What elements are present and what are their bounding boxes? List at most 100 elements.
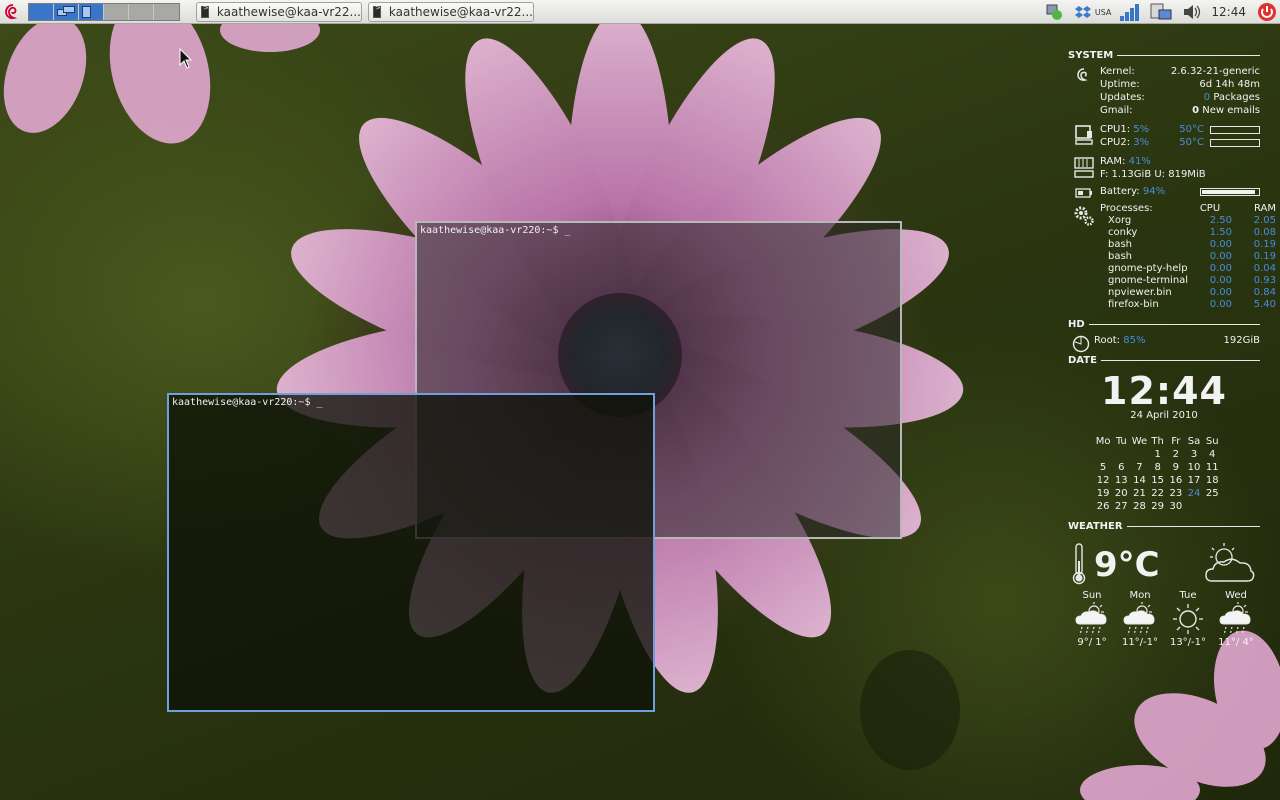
calendar-day: 21 <box>1133 488 1146 499</box>
calendar-weekdays: Mo Tu We Th Fr Sa Su <box>1094 435 1234 448</box>
task-label: kaathewise@kaa-vr22... <box>388 4 533 19</box>
network-icon[interactable] <box>1045 2 1067 22</box>
cpu1-temp: 50°C <box>1179 124 1204 135</box>
calendar-weekday: Sa <box>1187 436 1201 447</box>
process-name: bash <box>1108 239 1133 250</box>
terminal-icon <box>373 4 384 18</box>
calendar: Mo Tu We Th Fr Sa Su 1 2 3 4 5 6 7 8 9 10 11 12 13 14 15 16 17… <box>1094 435 1234 513</box>
calendar-day <box>1185 500 1203 513</box>
calendar-day: 3 <box>1190 449 1198 460</box>
calendar-day: 14 <box>1133 475 1146 486</box>
process-row: gnome-terminal 0.00 0.93 <box>1100 275 1276 287</box>
battery-power-icon[interactable] <box>1149 2 1173 22</box>
workspace-1[interactable] <box>29 3 54 20</box>
process-ram: 0.84 <box>1253 287 1276 298</box>
workspace-pager[interactable] <box>28 2 180 21</box>
process-row: bash 0.00 0.19 <box>1100 251 1276 263</box>
workspace-6[interactable] <box>154 3 179 20</box>
process-cpu: 0.00 <box>1209 275 1232 286</box>
weather-forecast: Sun 9°/ 1° Mon 11°/-1° Tue 13°/-1° Wed 11°/ 4° <box>1068 590 1260 648</box>
calendar-week: 1234 <box>1094 448 1234 461</box>
calendar-day: 23 <box>1169 488 1183 499</box>
processes-block: Processes: CPU RAM Xorg 2.50 2.05 conky 1.50 0.… <box>1068 203 1276 311</box>
process-name: bash <box>1108 251 1133 262</box>
forecast-day-name: Wed <box>1225 590 1247 601</box>
volume-icon[interactable] <box>1181 2 1203 22</box>
process-name: gnome-terminal <box>1108 275 1188 286</box>
workspace-2[interactable] <box>54 3 79 20</box>
process-name: gnome-pty-helpe <box>1108 263 1188 274</box>
calendar-day: 28 <box>1133 501 1146 512</box>
weather-now: 9°C <box>1068 540 1260 590</box>
keyboard-layout-indicator[interactable]: USA <box>1095 8 1112 17</box>
process-ram: 0.93 <box>1253 275 1276 286</box>
process-cpu: 0.00 <box>1209 263 1232 274</box>
cpu1-graph <box>1210 125 1260 134</box>
calendar-day: 6 <box>1118 462 1125 473</box>
date-text: 24 April 2010 <box>1130 410 1198 421</box>
cpu2-temp: 50°C <box>1179 137 1204 148</box>
process-ram: 2.05 <box>1253 215 1276 226</box>
taskbar-button-terminal-2[interactable]: kaathewise@kaa-vr22... <box>368 1 534 22</box>
calendar-day: 22 <box>1151 488 1165 499</box>
calendar-day: 30 <box>1169 501 1183 512</box>
calendar-week: 5 6 7 8 9 10 11 <box>1094 461 1234 474</box>
calendar-day: 12 <box>1096 475 1110 486</box>
cpu2-usage: 3% <box>1133 137 1150 148</box>
calendar-day: 10 <box>1187 462 1201 473</box>
section-heading-date: DATE <box>1068 355 1260 366</box>
system-tray: USA 12:44 <box>1045 0 1280 24</box>
calendar-day: 17 <box>1187 475 1201 486</box>
debian-logo-icon <box>1068 65 1100 117</box>
calendar-day: 16 <box>1169 475 1183 486</box>
panel-clock[interactable]: 12:44 <box>1211 5 1246 19</box>
battery-level: 94% <box>1142 186 1166 197</box>
process-name: npviewer.bin <box>1108 287 1172 298</box>
process-cpu: 1.50 <box>1209 227 1232 238</box>
mouse-cursor-icon <box>179 48 193 69</box>
process-row: Xorg 2.50 2.05 <box>1100 215 1276 227</box>
task-label: kaathewise@kaa-vr22... <box>216 4 361 19</box>
process-cpu: 0.00 <box>1209 251 1232 262</box>
calendar-weekday: Th <box>1151 436 1164 447</box>
rain-sun-icon <box>1068 601 1116 637</box>
forecast-day: Sun 9°/ 1° <box>1068 590 1116 648</box>
taskbar-button-terminal-1[interactable]: kaathewise@kaa-vr22... <box>196 1 362 22</box>
dropbox-icon[interactable] <box>1074 4 1091 20</box>
calendar-week: 26 27 28 29 30 <box>1094 500 1234 513</box>
process-ram: 0.19 <box>1253 239 1276 250</box>
forecast-temp: 11°/ 4° <box>1218 637 1254 648</box>
process-cpu: 2.50 <box>1209 215 1232 226</box>
workspace-4[interactable] <box>104 3 129 20</box>
power-icon[interactable] <box>1256 1 1278 23</box>
process-name: conky <box>1108 227 1138 238</box>
calendar-weekday: Tu <box>1115 436 1127 447</box>
calendar-day: 2 <box>1172 449 1180 460</box>
root-size: 192GiB <box>1223 335 1260 346</box>
process-cpu: 0.00 <box>1209 299 1232 310</box>
debian-menu-icon[interactable] <box>2 1 24 23</box>
calendar-day <box>1094 448 1112 461</box>
terminal-prompt: kaathewise@kaa-vr220:~$ _ <box>420 225 571 236</box>
calendar-day: 15 <box>1151 475 1165 486</box>
disk-usage-icon <box>1068 333 1094 353</box>
calendar-day: 7 <box>1136 462 1143 473</box>
workspace-5[interactable] <box>129 3 154 20</box>
signal-strength-icon[interactable] <box>1119 2 1141 22</box>
updates-count: 0 <box>1203 92 1211 103</box>
uptime-value: 6d 14h 48m <box>1199 79 1260 90</box>
terminal-window-focused[interactable]: kaathewise@kaa-vr220:~$ _ <box>167 393 655 712</box>
forecast-day: Tue 13°/-1° <box>1164 590 1212 648</box>
calendar-day: 4 <box>1209 449 1216 460</box>
calendar-day: 11 <box>1205 462 1219 473</box>
process-row: conky 1.50 0.08 <box>1100 227 1276 239</box>
process-ram: 5.40 <box>1253 299 1276 310</box>
calendar-day: 19 <box>1096 488 1110 499</box>
forecast-day-name: Sun <box>1082 590 1102 601</box>
process-row: gnome-pty-helpe 0.00 0.04 <box>1100 263 1276 275</box>
cpu-icon <box>1068 123 1100 149</box>
calendar-day <box>1203 500 1221 513</box>
ram-usage: 41% <box>1128 156 1151 167</box>
workspace-3[interactable] <box>79 3 104 20</box>
top-panel: kaathewise@kaa-vr22... kaathewise@kaa-vr… <box>0 0 1280 24</box>
